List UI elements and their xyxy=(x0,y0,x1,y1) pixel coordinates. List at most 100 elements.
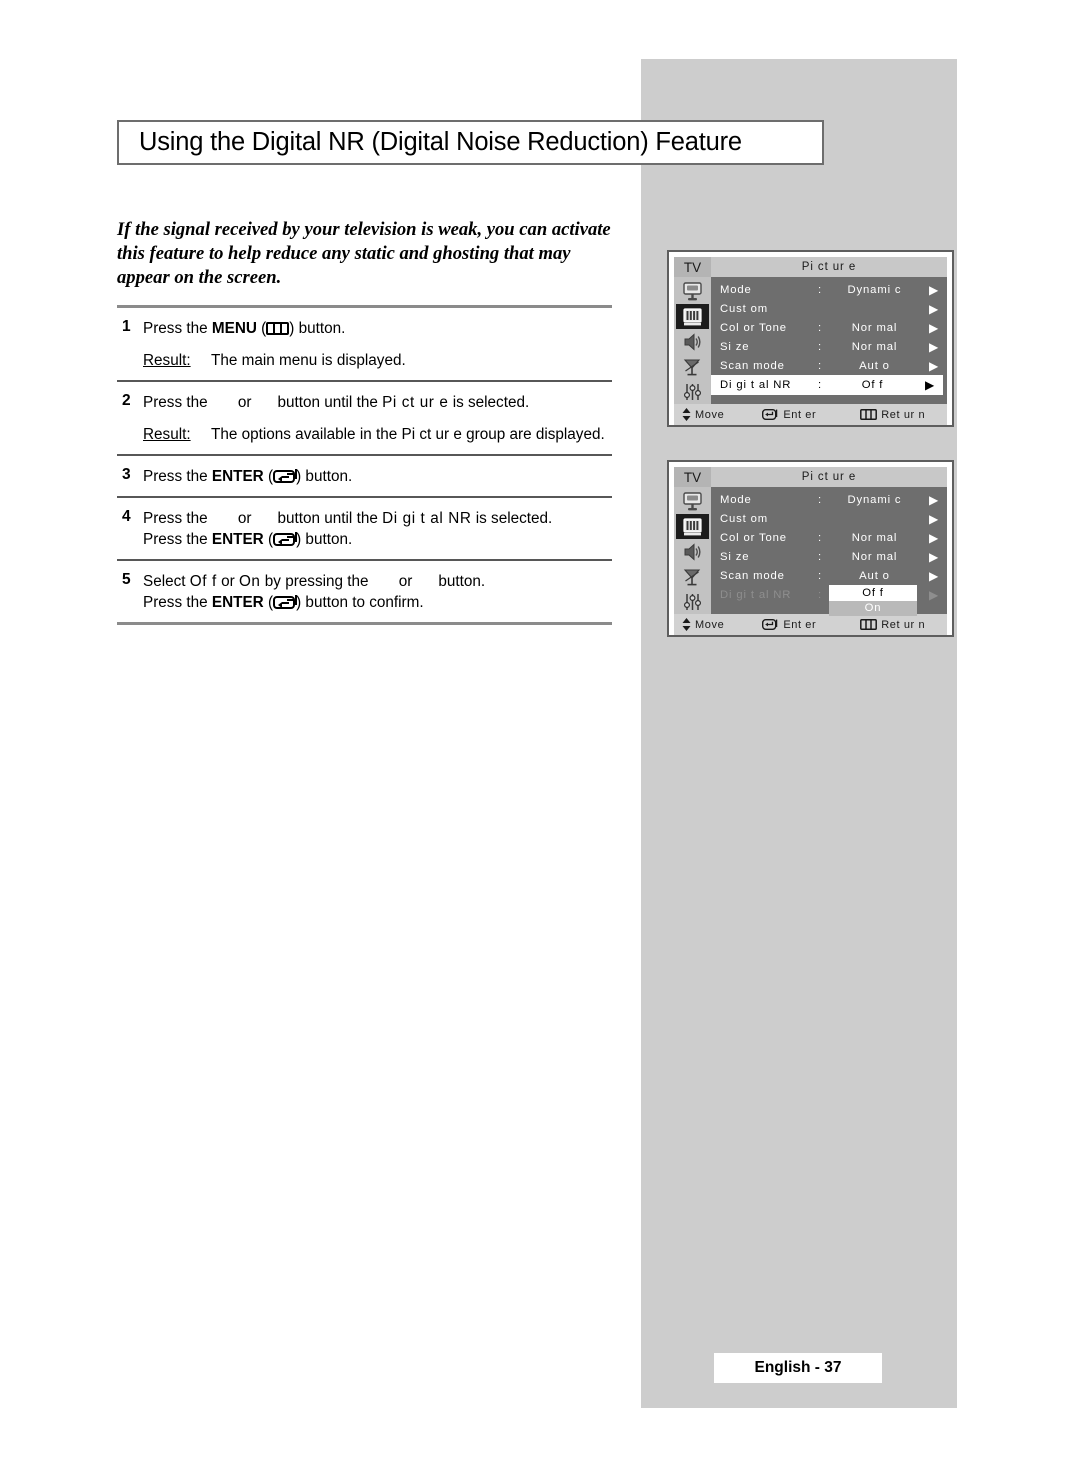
osd-tv-tag: TV xyxy=(674,467,711,487)
osd-row-label: Si ze xyxy=(720,550,750,563)
dropdown-option-off[interactable]: Of f xyxy=(829,585,917,601)
enter-button-icon xyxy=(273,469,298,483)
step-5-or1: or xyxy=(216,573,239,590)
sliders-icon[interactable] xyxy=(676,589,709,614)
enter-button-icon xyxy=(273,532,298,546)
osd-row-label: Cust om xyxy=(720,512,769,525)
up-down-arrows-icon xyxy=(682,408,691,421)
step-3: 3 Press the ENTER () button. xyxy=(117,456,612,496)
tv-monitor-icon[interactable] xyxy=(676,279,709,304)
step-5-post: button. xyxy=(438,573,486,590)
osd-screenshot-step5: TV Pi ct ur e Mode: Dynami c ▶ Cust om … xyxy=(667,460,954,637)
chevron-right-icon: ▶ xyxy=(928,492,940,507)
osd-row-custom[interactable]: Cust om ▶ xyxy=(711,509,947,528)
osd-row-colon: : xyxy=(818,359,822,372)
step-2-mid: button until the xyxy=(277,394,383,411)
step-5-on: On xyxy=(238,573,261,590)
osd-tv-tag: TV xyxy=(674,257,711,277)
osd-hint-move-label: Move xyxy=(695,408,725,421)
osd-row-value: Nor mal xyxy=(851,531,898,544)
chevron-right-icon: ▶ xyxy=(928,320,940,335)
osd-row-color-tone[interactable]: Col or Tone : Nor mal ▶ xyxy=(711,528,947,547)
picture-bars-icon[interactable] xyxy=(676,514,709,539)
page-number-footer: English - 37 xyxy=(714,1353,882,1383)
osd-row-colon: : xyxy=(818,550,822,563)
step-2-result-text: The options available in the Pi ct ur e … xyxy=(211,426,605,443)
osd-row-custom[interactable]: Cust om ▶ xyxy=(711,299,947,318)
step-5-mid: by pressing the xyxy=(260,573,373,590)
osd-row-colon: : xyxy=(818,283,822,296)
satellite-dish-icon[interactable] xyxy=(676,354,709,379)
dropdown-option-on[interactable]: On xyxy=(829,601,917,616)
osd-row-size[interactable]: Si ze : Nor mal ▶ xyxy=(711,337,947,356)
osd-row-scan-mode[interactable]: Scan mode : Aut o ▶ xyxy=(711,566,947,585)
osd-row-label: Mode xyxy=(720,493,752,506)
step-2-or: or xyxy=(237,394,252,411)
step-3-body: Press the ENTER () button. xyxy=(143,466,612,487)
osd-row-colon: : xyxy=(818,531,822,544)
step-5-off: Of f xyxy=(189,573,217,590)
step-1-menu-label: MENU xyxy=(211,320,257,337)
menu-key-icon xyxy=(860,619,878,630)
step-5-l2-pre: Press the xyxy=(143,594,212,611)
chevron-right-icon: ▶ xyxy=(928,301,940,316)
step-4-enter-label: ENTER xyxy=(211,531,264,548)
rule-bottom xyxy=(117,622,612,625)
chevron-right-icon: ▶ xyxy=(928,358,940,373)
osd-row-value: Nor mal xyxy=(851,321,898,334)
osd-row-value: Aut o xyxy=(859,359,890,372)
speaker-icon[interactable] xyxy=(676,539,709,564)
osd-menu-list: Mode : Dynami c ▶ Cust om ▶ Col or Tone … xyxy=(711,277,947,404)
tv-monitor-icon[interactable] xyxy=(676,489,709,514)
osd-row-value: Nor mal xyxy=(851,340,898,353)
osd-row-size[interactable]: Si ze : Nor mal ▶ xyxy=(711,547,947,566)
step-4-or: or xyxy=(237,510,252,527)
osd-row-colon: : xyxy=(818,588,822,601)
osd-row-mode[interactable]: Mode : Dynami c ▶ xyxy=(711,280,947,299)
osd-row-value: Of f xyxy=(861,379,884,391)
osd-icon-rail xyxy=(674,277,711,404)
step-4-body: Press the or button until the Di gi t al … xyxy=(143,508,612,550)
chevron-right-icon: ▶ xyxy=(928,530,940,545)
step-5-body: Select Of f or On by pressing the or butt… xyxy=(143,571,612,613)
chevron-right-icon: ▶ xyxy=(928,587,940,602)
step-2-body: Press the or button until the Pi ct ur e … xyxy=(143,392,612,445)
step-1-result-text: The main menu is displayed. xyxy=(211,352,406,369)
osd-row-color-tone[interactable]: Col or Tone : Nor mal ▶ xyxy=(711,318,947,337)
enter-key-icon xyxy=(762,409,779,420)
step-1: 1 Press the MENU () button. Result: The … xyxy=(117,308,612,380)
osd-header: TV Pi ct ur e xyxy=(674,257,947,277)
osd-row-label: Di gi t al NR xyxy=(720,588,792,601)
osd-row-digital-nr[interactable]: Di gi t al NR : ▶ Of f On xyxy=(711,585,947,616)
osd-row-digital-nr[interactable]: Di gi t al NR : Of f ▶ xyxy=(711,375,943,395)
intro-paragraph: If the signal received by your televisio… xyxy=(117,219,611,289)
osd-row-label: Col or Tone xyxy=(720,321,787,334)
step-4-l2-pre: Press the xyxy=(143,531,212,548)
chevron-right-icon: ▶ xyxy=(928,568,940,583)
step-5: 5 Select Of f or On by pressing the or bu… xyxy=(117,561,612,622)
osd-row-mode[interactable]: Mode : Dynami c ▶ xyxy=(711,490,947,509)
satellite-dish-icon[interactable] xyxy=(676,564,709,589)
picture-bars-icon[interactable] xyxy=(676,304,709,329)
digital-nr-dropdown[interactable]: Of f On xyxy=(829,585,917,616)
osd-screenshot-step2: TV Pi ct ur e Mode: Dynami c ▶ Cust om … xyxy=(667,250,954,427)
step-2-result-label: Result: xyxy=(143,426,191,443)
chevron-right-icon: ▶ xyxy=(928,511,940,526)
osd-row-scan-mode[interactable]: Scan mode : Aut o ▶ xyxy=(711,356,947,375)
step-2-post: is selected. xyxy=(448,394,530,411)
chevron-right-icon: ▶ xyxy=(928,339,940,354)
page-title-banner: Using the Digital NR (Digital Noise Redu… xyxy=(117,120,824,165)
osd-hint-return-label: Ret ur n xyxy=(881,408,926,421)
sliders-icon[interactable] xyxy=(676,379,709,404)
osd-row-label: Mode xyxy=(720,283,752,296)
speaker-icon[interactable] xyxy=(676,329,709,354)
osd-row-value: Nor mal xyxy=(851,550,898,563)
osd-row-colon: : xyxy=(818,569,822,582)
osd-row-label: Di gi t al NR xyxy=(720,379,792,391)
osd-row-label: Cust om xyxy=(720,302,769,315)
osd-footer-hints: Move Ent er Ret ur n xyxy=(674,404,947,425)
osd-menu-list: Mode : Dynami c ▶ Cust om ▶ Col or Tone … xyxy=(711,487,947,616)
step-5-l2-post: button to confirm. xyxy=(301,594,424,611)
steps-list: 1 Press the MENU () button. Result: The … xyxy=(117,305,612,625)
osd-row-label: Scan mode xyxy=(720,569,785,582)
